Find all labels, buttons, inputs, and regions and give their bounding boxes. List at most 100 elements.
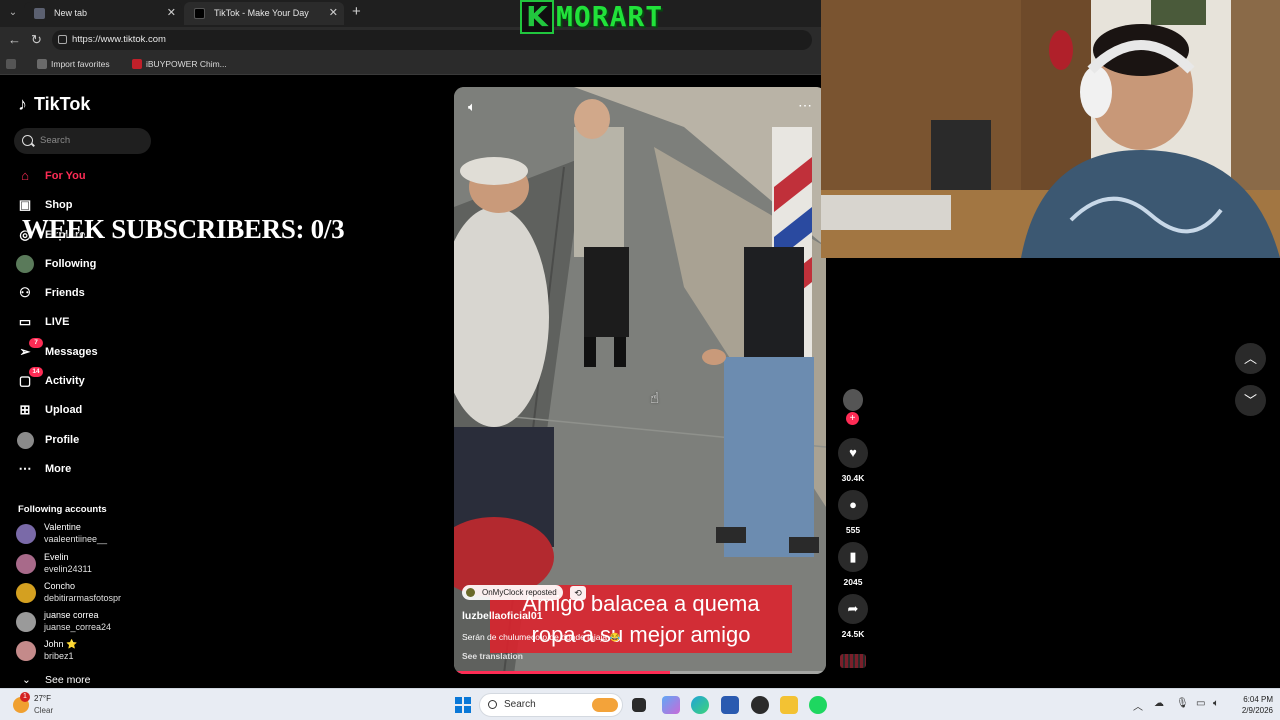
file-explorer-icon[interactable] (780, 696, 798, 714)
see-more-button[interactable]: ⌄ See more (20, 674, 91, 686)
task-view-icon[interactable] (632, 698, 646, 712)
tab-new-tab[interactable]: New tab ✕ (24, 2, 182, 25)
cloud-icon[interactable]: ☁︎ (1154, 698, 1164, 709)
spotify-icon[interactable] (809, 696, 827, 714)
clock-time: 6:04 PM (1243, 695, 1273, 704)
windows-pane (455, 706, 462, 713)
obs-icon[interactable] (751, 696, 769, 714)
account-name: Concho (44, 581, 76, 591)
following-account-juanse[interactable]: juanse correa juanse_correa24 (16, 608, 156, 636)
webcam-overlay (821, 0, 1280, 258)
mouse-cursor-icon: ☝︎ (650, 390, 660, 407)
account-name: juanse correa (44, 610, 99, 620)
bookmark-label: Import favorites (51, 59, 110, 69)
creator-avatar[interactable] (843, 389, 863, 411)
windows-pane (455, 697, 462, 704)
tab-tiktok[interactable]: TikTok - Make Your Day ✕ (184, 2, 344, 25)
bookmark-icon: ▮ (849, 549, 857, 564)
nav-upload[interactable]: ⊞ Upload (17, 399, 83, 421)
plus-square-icon: ⊞ (19, 402, 31, 417)
previous-video-button[interactable]: ︿ (1235, 343, 1266, 374)
nav-label: Shop (45, 199, 73, 211)
site-info-icon[interactable] (58, 35, 67, 44)
stream-logo-mark: K (520, 0, 554, 34)
microphone-icon[interactable]: 🎙︎ (1176, 698, 1189, 709)
nav-shop[interactable]: ▣ Shop (17, 194, 73, 216)
reload-icon[interactable]: ↻ (31, 32, 42, 48)
following-account-valentine[interactable]: Valentine vaaleentiinee__ (16, 520, 156, 548)
avatar (16, 612, 36, 632)
nav-activity[interactable]: ▢ 14 Activity (17, 367, 85, 392)
reposter-avatar (466, 588, 475, 597)
comment-button[interactable]: ● (838, 490, 868, 520)
tray-chevron-up-icon[interactable]: ︿ (1133, 698, 1143, 713)
save-button[interactable]: ▮ (838, 542, 868, 572)
bookmark-label: iBUYPOWER Chim... (146, 59, 227, 69)
taskbar-search[interactable]: Search (479, 693, 623, 717)
windows-pane (464, 697, 471, 704)
ibuypower-favicon-icon (132, 59, 142, 69)
repost-badge[interactable]: OnMyClock reposted (462, 585, 563, 600)
tab-title: TikTok - Make Your Day (214, 8, 309, 18)
speaker-icon[interactable]: 🔈︎ (1213, 698, 1219, 709)
more-options-icon[interactable]: ⋯ (798, 97, 813, 114)
nav-label: Upload (45, 404, 83, 416)
follow-plus-icon[interactable]: + (846, 412, 859, 425)
account-handle: juanse_correa24 (44, 622, 112, 632)
system-clock[interactable]: 6:04 PM 2/9/2026 (1233, 694, 1273, 716)
url-text: https://www.tiktok.com (72, 34, 166, 45)
bookmark-import-favorites[interactable]: Import favorites (35, 57, 110, 71)
weather-condition: Clear (34, 706, 54, 715)
avatar (16, 524, 36, 544)
copilot-icon[interactable] (662, 696, 680, 714)
shopping-bag-icon: ▣ (18, 197, 32, 212)
following-account-concho[interactable]: Concho debitirarmasfotospr (16, 579, 156, 607)
nav-label: Activity (45, 375, 85, 387)
nav-more[interactable]: ⋯ More (17, 458, 72, 480)
video-player[interactable]: 🔈︎ ⋯ ☝︎ Amigo balacea a quema ropa a su … (454, 87, 826, 674)
comment-bubble-icon: ● (849, 497, 857, 512)
start-windows-icon[interactable] (455, 697, 471, 713)
music-disc-icon[interactable] (840, 654, 866, 668)
following-avatar-icon (16, 255, 34, 273)
share-button[interactable]: ➦ (838, 594, 868, 624)
next-video-button[interactable]: ﹀ (1235, 385, 1266, 416)
account-handle: vaaleentiinee__ (44, 534, 108, 544)
webcam-image (821, 0, 1280, 258)
nav-profile[interactable]: Profile (17, 429, 79, 451)
new-tab-plus-icon[interactable]: + (352, 3, 361, 20)
tab-actions-chevron-icon[interactable]: ⌄ (5, 5, 21, 21)
nav-friends[interactable]: ⚇ Friends (17, 282, 85, 304)
microsoft-store-icon[interactable] (721, 696, 739, 714)
screen: ⌄ New tab ✕ TikTok - Make Your Day ✕ + ←… (0, 0, 1280, 720)
account-handle: debitirarmasfotospr (44, 593, 122, 603)
see-translation-link[interactable]: See translation (462, 651, 523, 661)
activity-badge: 14 (29, 367, 43, 377)
bookmark-ibuypower[interactable]: iBUYPOWER Chim... (130, 57, 227, 71)
following-account-evelin[interactable]: Evelin evelin24311 (16, 550, 156, 578)
comment-count: 555 (845, 525, 861, 535)
search-input[interactable]: Search (14, 128, 151, 154)
nav-for-you[interactable]: ⌂ For You (17, 165, 85, 187)
home-icon: ⌂ (21, 168, 29, 183)
video-progress-bar[interactable] (454, 671, 826, 674)
close-tab-icon[interactable]: ✕ (329, 2, 338, 25)
nav-live[interactable]: ▭ LIVE (17, 311, 70, 333)
avatar (16, 554, 36, 574)
search-highlight-pizza-icon (592, 698, 618, 712)
repost-icon[interactable]: ⟲ (570, 586, 586, 600)
close-tab-icon[interactable]: ✕ (167, 2, 176, 25)
edge-browser-icon[interactable] (691, 696, 709, 714)
following-account-john[interactable]: John ⭐ bribez1 (16, 637, 156, 665)
video-author[interactable]: luzbellaoficial01 (462, 610, 543, 622)
network-icon[interactable]: ▭ (1196, 698, 1205, 709)
nav-messages[interactable]: ➢ 7 Messages (17, 338, 98, 363)
address-bar[interactable]: https://www.tiktok.com (52, 30, 812, 50)
volume-icon[interactable]: 🔈︎ (468, 99, 476, 115)
new-tab-favicon-icon (34, 8, 45, 19)
back-arrow-icon[interactable]: ← (8, 32, 21, 47)
tiktok-logo[interactable]: ♪ TikTok (18, 94, 90, 115)
nav-following[interactable]: Following (16, 253, 96, 275)
account-handle: bribez1 (44, 651, 74, 661)
like-button[interactable]: ♥ (838, 438, 868, 468)
